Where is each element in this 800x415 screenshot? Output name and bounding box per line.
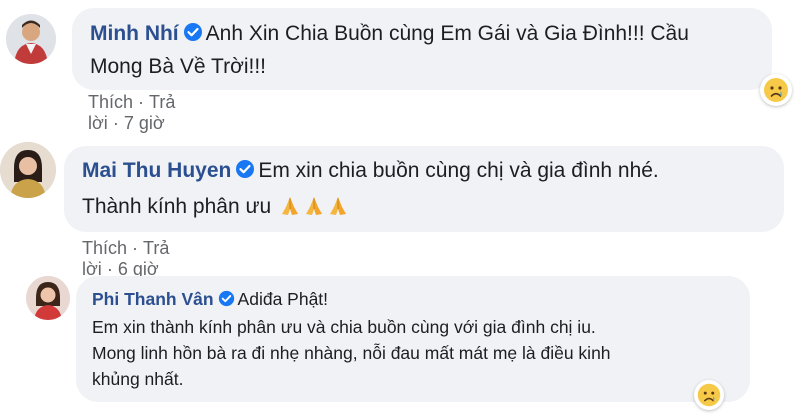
comment-bubble: Minh Nhí Anh Xin Chia Buồn cùng Em Gái và… [72,8,772,90]
avatar[interactable] [26,276,70,320]
comment-text: Mong Bà Về Trời!!! [90,55,267,78]
verified-badge-icon [183,20,203,51]
avatar[interactable] [6,14,56,64]
crying-face-icon [764,78,788,102]
folded-hands-icon [279,194,301,228]
comment-text: Em xin thành kính phân ưu và chia buồn c… [92,317,596,337]
comment-bubble: Mai Thu Huyen Em xin chia buồn cùng chị v… [64,146,784,232]
comment-actions: Thích · Trả lời · 6 giờ [82,238,169,280]
comment-text: Thành kính phân ưu [82,195,272,218]
comment-text: Mong linh hồn bà ra đi nhẹ nhàng, nỗi đa… [92,343,611,363]
reaction-badge[interactable] [760,74,792,106]
separator: · [112,113,119,133]
folded-hands-icon [303,194,325,228]
comment-text: khủng nhất. [92,369,184,389]
crying-face-icon [697,383,721,407]
comment-text: Anh Xin Chia Buồn cùng Em Gái và Gia Đìn… [205,22,689,45]
author-name[interactable]: Minh Nhí [90,22,179,45]
separator: · [138,92,145,112]
verified-badge-icon [235,156,255,190]
comment-text: Em xin chia buồn cùng chị và gia đình nh… [258,159,659,182]
comment-actions: Thích · Trả lời · 7 giờ [88,92,175,134]
author-name[interactable]: Mai Thu Huyen [82,159,231,182]
comment-text: Adiđa Phật! [237,289,329,309]
timestamp-link[interactable]: 7 giờ [124,113,165,133]
separator: · [132,238,139,258]
like-link[interactable]: Thích [88,92,133,112]
comment-bubble: Phi Thanh Vân Adiđa Phật! Em xin thành kí… [76,276,750,402]
verified-badge-icon [218,288,235,314]
avatar[interactable] [0,142,56,198]
folded-hands-icon [327,194,349,228]
reaction-badge[interactable] [694,380,724,410]
like-link[interactable]: Thích [82,238,127,258]
author-name[interactable]: Phi Thanh Vân [92,289,214,309]
